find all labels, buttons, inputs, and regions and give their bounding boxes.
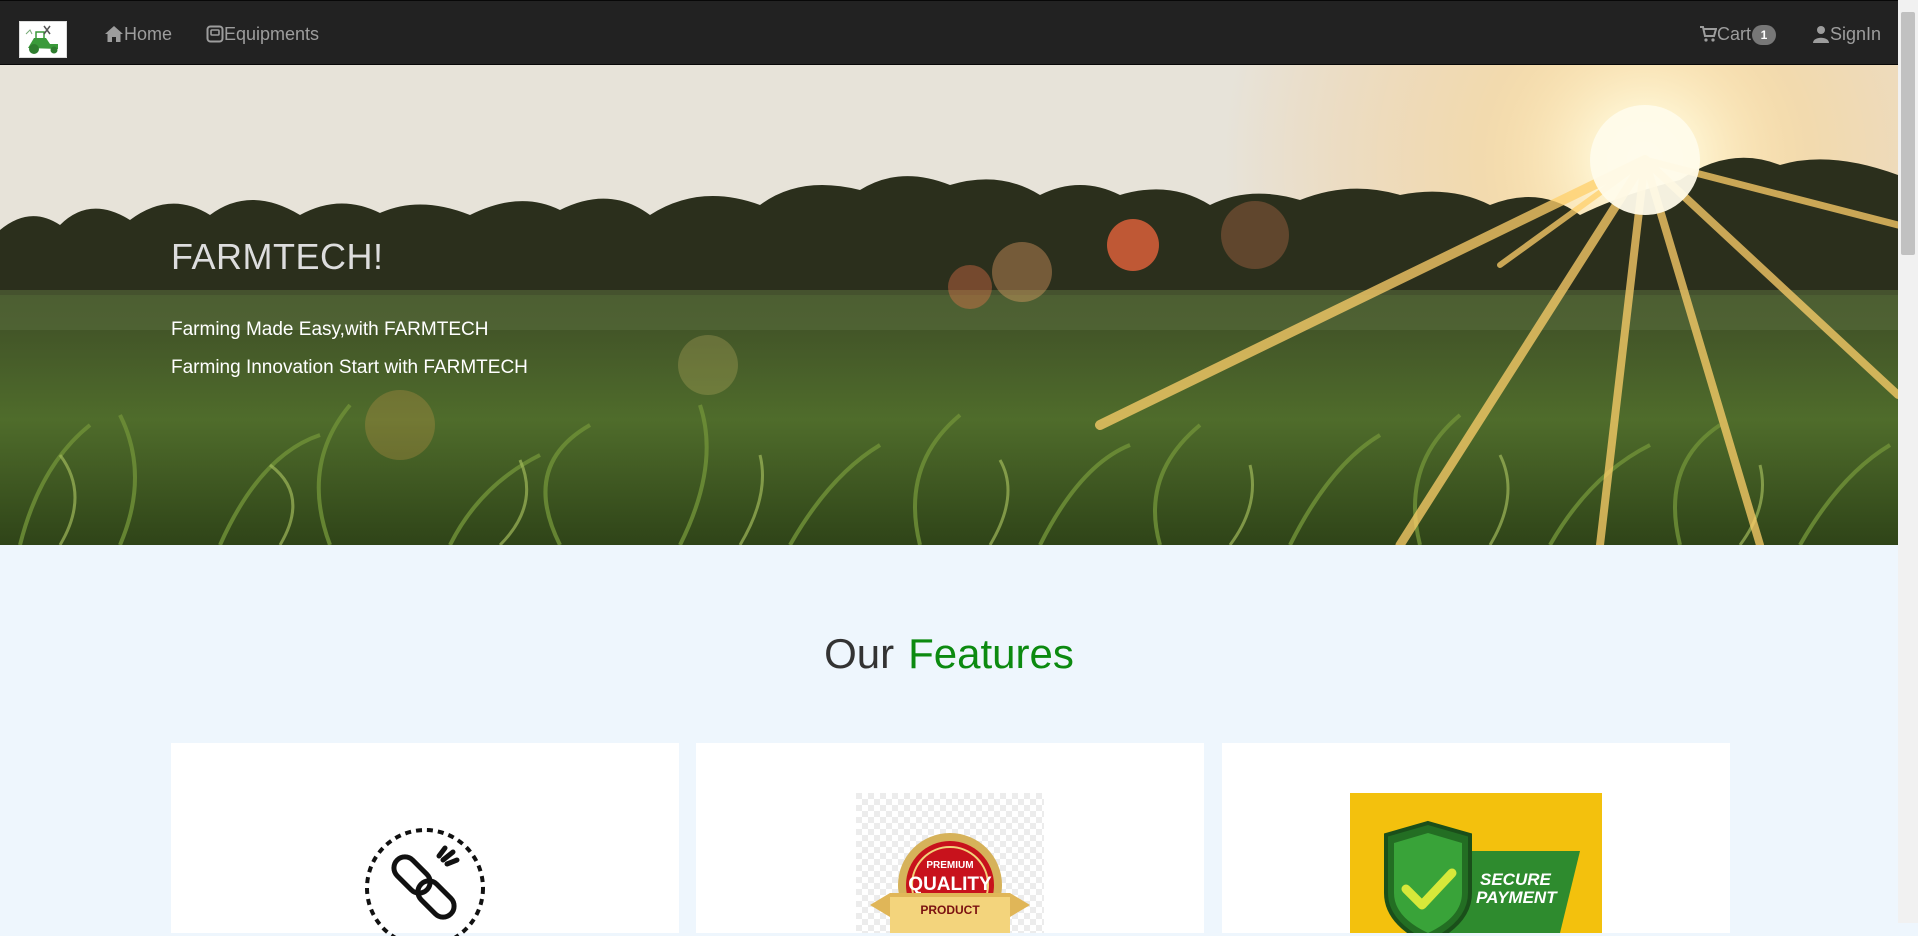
hero-banner: FARMTECH! Farming Made Easy,with FARMTEC… [0, 65, 1898, 545]
nav-equipments-label: Equipments [224, 24, 320, 44]
brand-logo[interactable] [19, 21, 67, 58]
secure-text: SECURE [1480, 870, 1552, 889]
hero-title: FARMTECH! [171, 236, 384, 277]
features-heading: Our Features [0, 630, 1898, 678]
badge-main-text: QUALITY [908, 874, 992, 895]
features-heading-accent: Features [908, 630, 1074, 677]
feature-card-3: SECURE PAYMENT [1222, 743, 1730, 933]
nav-signin-label: SignIn [1830, 24, 1882, 44]
navbar: Home Equipments Cart 1 SignIn [0, 0, 1898, 65]
nav-cart-label: Cart [1717, 24, 1752, 44]
user-icon [1813, 26, 1829, 43]
hero-background-image [0, 65, 1898, 545]
feature-card-2: PREMIUM QUALITY PRODUCT [696, 743, 1204, 933]
home-icon [105, 26, 123, 42]
hero-tagline-2: Farming Innovation Start with FARMTECH [171, 357, 528, 378]
premium-quality-badge-icon: PREMIUM QUALITY PRODUCT [856, 793, 1044, 933]
feature-card-1 [171, 743, 679, 936]
nav-home-label: Home [124, 24, 173, 44]
badge-top-text: PREMIUM [926, 860, 973, 871]
nav-signin[interactable]: SignIn [1812, 21, 1881, 47]
equipment-box-icon [206, 25, 224, 43]
link-chain-icon [365, 828, 485, 936]
payment-text: PAYMENT [1476, 888, 1558, 907]
cart-icon [1700, 26, 1717, 42]
scrollbar-thumb[interactable] [1901, 12, 1915, 255]
nav-equipments[interactable]: Equipments [206, 21, 319, 47]
badge-ribbon-text: PRODUCT [920, 903, 980, 917]
hero-tagline-1: Farming Made Easy,with FARMTECH [171, 319, 489, 340]
nav-cart[interactable]: Cart 1 [1699, 21, 1777, 47]
nav-home[interactable]: Home [104, 21, 172, 47]
cart-count-badge: 1 [1752, 25, 1777, 45]
tractor-logo-icon [20, 22, 66, 57]
page-scrollbar[interactable] [1898, 0, 1918, 923]
secure-payment-shield-icon: SECURE PAYMENT [1350, 793, 1602, 933]
features-heading-prefix: Our [824, 630, 895, 677]
